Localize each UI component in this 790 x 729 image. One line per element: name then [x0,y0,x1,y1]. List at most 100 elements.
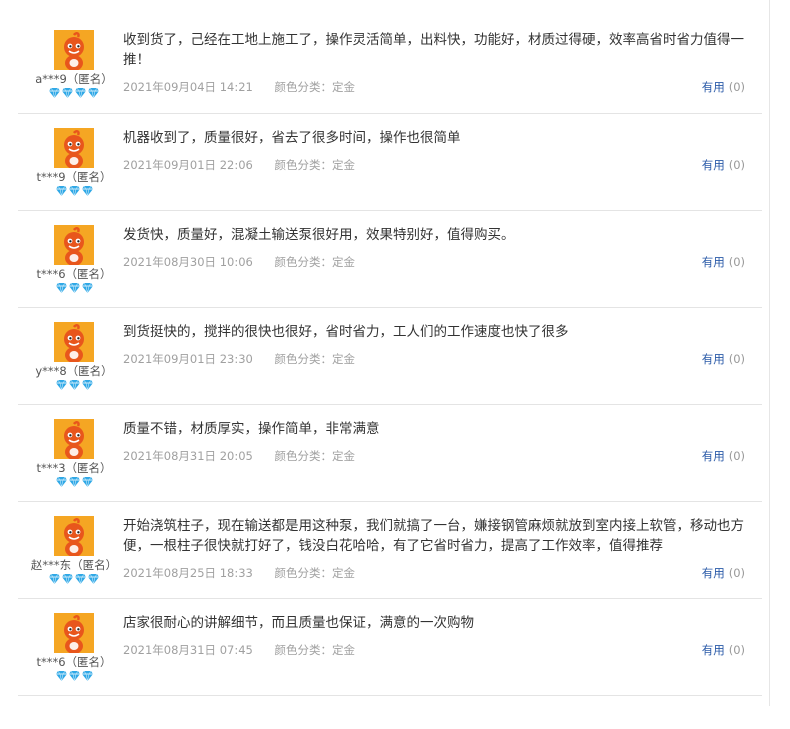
useful-button[interactable]: 有用 (0) [702,351,745,367]
diamond-icon [68,283,80,293]
avatar[interactable] [54,419,94,459]
useful-button[interactable]: 有用 (0) [702,79,745,95]
review-date: 2021年08月31日 20:05 [123,449,253,463]
reviewer-level [18,380,130,392]
avatar[interactable] [54,30,94,70]
reviewer: t***3（匿名） [18,419,130,489]
review-item: a***9（匿名） 收到货了，己经在工地上施工了，操作灵活简单，出料快，功能好，… [18,16,762,114]
useful-count: (0) [728,566,745,580]
review-content: 收到货了，己经在工地上施工了，操作灵活简单，出料快，功能好，材质过得硬，效率高省… [123,30,759,95]
spec-label: 颜色分类： [274,80,333,94]
useful-button[interactable]: 有用 (0) [702,642,745,658]
spec-info: 颜色分类：定金 [275,157,356,173]
review-text: 店家很耐心的讲解细节，而且质量也保证，满意的一次购物 [123,615,474,631]
review-item: t***9（匿名） 机器收到了，质量很好，省去了很多时间，操作也很简单 2021… [18,114,762,211]
avatar[interactable] [54,322,94,362]
diamond-icon [68,186,80,196]
review-text: 发货快，质量好，混凝土输送泵很好用，效果特别好，值得购买。 [123,227,515,243]
mascot-icon [54,613,94,653]
diamond-icon [81,671,93,681]
reviewer-level [18,477,130,489]
right-border [769,0,770,706]
review-item: t***3（匿名） 质量不错，材质厚实，操作简单，非常满意 2021年08月31… [18,405,762,502]
spec-label: 颜色分类： [274,352,333,366]
reviewer: y***8（匿名） [18,322,130,392]
diamond-icon [88,574,99,584]
diamond-icon [55,186,67,196]
useful-label[interactable]: 有用 [702,158,725,172]
useful-count: (0) [728,80,745,94]
useful-label[interactable]: 有用 [702,643,725,657]
reviewer-name: t***9（匿名） [36,170,112,184]
avatar[interactable] [54,613,94,653]
useful-count: (0) [728,643,745,657]
diamond-icon [68,671,80,681]
useful-label[interactable]: 有用 [702,352,725,366]
spec-info: 颜色分类：定金 [275,642,356,658]
diamond-icon [68,380,80,390]
review-text: 质量不错，材质厚实，操作简单，非常满意 [123,421,380,437]
diamond-icon [81,283,93,293]
useful-label[interactable]: 有用 [702,449,725,463]
spec-label: 颜色分类： [274,158,333,172]
avatar[interactable] [54,225,94,265]
spec-info: 颜色分类：定金 [275,565,356,581]
reviewer-level [18,671,130,683]
review-meta: 2021年08月25日 18:33 颜色分类：定金 有用 (0) [123,565,759,581]
reviewer: 赵***东（匿名） [18,516,130,586]
useful-count: (0) [728,255,745,269]
diamond-icon [68,477,80,487]
diamond-icon [55,283,67,293]
diamond-icon [81,380,93,390]
diamond-icon [75,574,86,584]
review-date: 2021年09月01日 22:06 [123,158,253,172]
review-item: t***6（匿名） 店家很耐心的讲解细节，而且质量也保证，满意的一次购物 202… [18,599,762,696]
review-date: 2021年08月25日 18:33 [123,566,253,580]
reviewer-level [18,186,130,198]
review-meta: 2021年09月01日 22:06 颜色分类：定金 有用 (0) [123,157,759,173]
avatar[interactable] [54,128,94,168]
diamond-icon [55,671,67,681]
review-date: 2021年09月04日 14:21 [123,80,253,94]
mascot-icon [54,419,94,459]
review-content: 到货挺快的，搅拌的很快也很好，省时省力，工人们的工作速度也快了很多 2021年0… [123,322,759,367]
useful-count: (0) [728,158,745,172]
reviewer: t***6（匿名） [18,613,130,683]
review-content: 开始浇筑柱子，现在输送都是用这种泵，我们就搞了一台，嫌接钢管麻烦就放到室内接上软… [123,516,759,581]
review-meta: 2021年09月01日 23:30 颜色分类：定金 有用 (0) [123,351,759,367]
avatar[interactable] [54,516,94,556]
reviewer: a***9（匿名） [18,30,130,100]
reviewer-name: t***3（匿名） [36,461,112,475]
mascot-icon [54,322,94,362]
review-text: 机器收到了，质量很好，省去了很多时间，操作也很简单 [123,130,461,146]
reviewer-level [18,88,130,100]
review-date: 2021年08月31日 07:45 [123,643,253,657]
useful-count: (0) [728,352,745,366]
spec-value: 定金 [332,158,355,172]
review-list: a***9（匿名） 收到货了，己经在工地上施工了，操作灵活简单，出料快，功能好，… [18,16,762,696]
diamond-icon [55,380,67,390]
diamond-icon [75,88,86,98]
useful-button[interactable]: 有用 (0) [702,565,745,581]
diamond-icon [88,88,99,98]
review-meta: 2021年08月31日 20:05 颜色分类：定金 有用 (0) [123,448,759,464]
review-meta: 2021年08月30日 10:06 颜色分类：定金 有用 (0) [123,254,759,270]
diamond-icon [62,88,73,98]
mascot-icon [54,225,94,265]
review-meta: 2021年08月31日 07:45 颜色分类：定金 有用 (0) [123,642,759,658]
spec-info: 颜色分类：定金 [275,254,356,270]
useful-label[interactable]: 有用 [702,566,725,580]
review-item: 赵***东（匿名） 开始浇筑柱子，现在输送都是用这种泵，我们就搞了一台，嫌接钢管… [18,502,762,599]
useful-button[interactable]: 有用 (0) [702,254,745,270]
reviewer-name: t***6（匿名） [36,655,112,669]
spec-info: 颜色分类：定金 [275,79,356,95]
review-date: 2021年08月30日 10:06 [123,255,253,269]
useful-button[interactable]: 有用 (0) [702,448,745,464]
useful-label[interactable]: 有用 [702,80,725,94]
spec-label: 颜色分类： [274,643,333,657]
useful-button[interactable]: 有用 (0) [702,157,745,173]
useful-label[interactable]: 有用 [702,255,725,269]
review-text: 收到货了，己经在工地上施工了，操作灵活简单，出料快，功能好，材质过得硬，效率高省… [123,32,744,68]
review-text: 到货挺快的，搅拌的很快也很好，省时省力，工人们的工作速度也快了很多 [123,324,569,340]
mascot-icon [54,128,94,168]
